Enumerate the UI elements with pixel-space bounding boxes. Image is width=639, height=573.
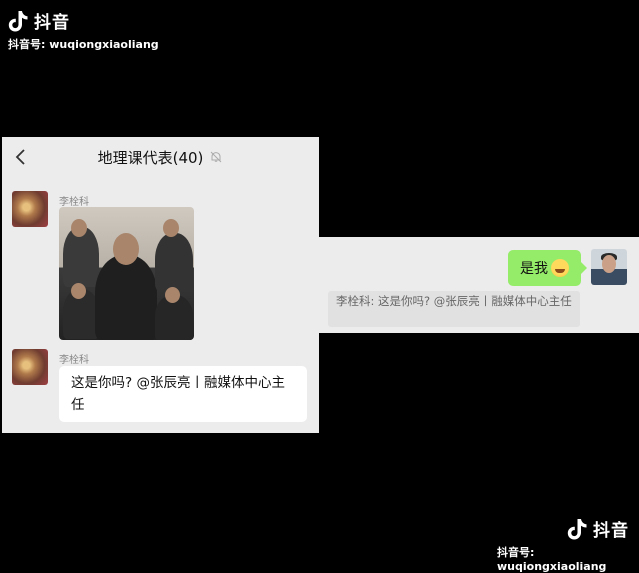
watermark-brand: 抖音 (34, 13, 70, 33)
watermark-account: 抖音号: wuqiongxiaoliang (8, 38, 159, 51)
watermark-bottom: 抖音 抖音号: wuqiongxiaoliang (497, 516, 639, 573)
grinning-tears-emoji-icon (551, 259, 569, 277)
reply-panel: 是我 李栓科: 这是你吗? @张辰亮丨融媒体中心主任 (319, 237, 639, 333)
reply-text: 是我 (520, 261, 548, 277)
douyin-logo-icon (8, 10, 28, 31)
sender-avatar[interactable] (12, 349, 48, 385)
watermark-brand: 抖音 (593, 521, 629, 541)
quoted-message[interactable]: 李栓科: 这是你吗? @张辰亮丨融媒体中心主任 (328, 291, 580, 327)
douyin-logo-icon (567, 518, 587, 539)
back-arrow-icon[interactable] (14, 147, 28, 167)
chat-title: 地理课代表(40) (97, 148, 204, 167)
mute-bell-icon (211, 151, 222, 163)
message-image[interactable] (59, 207, 194, 340)
chat-header: 地理课代表(40) (2, 137, 319, 177)
sender-avatar[interactable] (12, 191, 48, 227)
self-avatar[interactable] (591, 249, 627, 285)
reply-bubble[interactable]: 是我 (508, 250, 587, 286)
watermark-top: 抖音 抖音号: wuqiongxiaoliang (8, 8, 159, 52)
sender-name: 李栓科 (59, 355, 89, 366)
message-bubble[interactable]: 这是你吗? @张辰亮丨融媒体中心主任 (59, 366, 307, 422)
sender-name: 李栓科 (59, 197, 89, 208)
group-chat-panel: 地理课代表(40) 李栓科 李栓科 这是你吗? @张辰亮丨融媒体中心主任 (2, 137, 319, 433)
